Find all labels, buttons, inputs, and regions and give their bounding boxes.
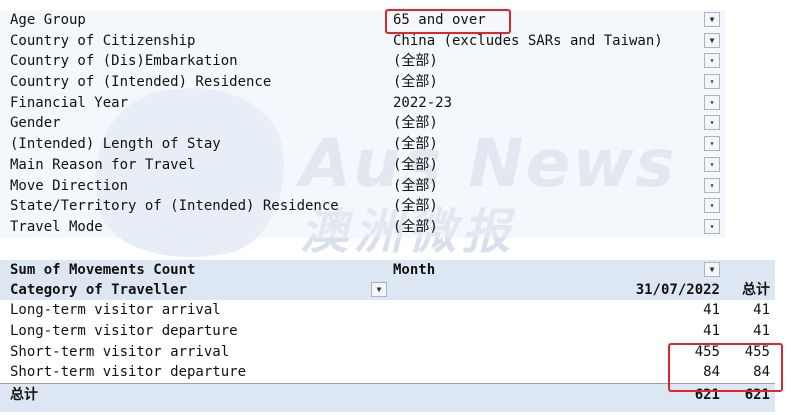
- dropdown-arrow-icon[interactable]: ▾: [704, 53, 720, 69]
- dropdown-arrow-icon[interactable]: ▾: [704, 74, 720, 90]
- filter-value[interactable]: (全部): [393, 176, 438, 197]
- filter-label: Main Reason for Travel: [10, 156, 196, 173]
- dropdown-arrow-icon[interactable]: ▾: [704, 218, 720, 234]
- dropdown-arrow-icon[interactable]: ▾: [704, 177, 720, 193]
- filter-label: State/Territory of (Intended) Residence: [10, 198, 339, 215]
- row-category: Long-term visitor arrival: [10, 302, 221, 318]
- row-field-label[interactable]: Category of Traveller: [10, 280, 187, 300]
- filter-row: (Intended) Length of Stay (全部) ▾: [0, 134, 725, 155]
- filter-row: Age Group 65 and over ▼: [0, 10, 725, 31]
- measure-label: Sum of Movements Count: [10, 262, 196, 278]
- highlight-age-group: [385, 9, 511, 34]
- filter-value[interactable]: (全部): [393, 134, 438, 155]
- filter-row: Country of (Intended) Residence (全部) ▾: [0, 72, 725, 93]
- row-value: 41: [703, 302, 720, 318]
- row-total: 41: [753, 322, 770, 339]
- column-field-label[interactable]: Month: [393, 260, 435, 280]
- column-header-total: 总计: [742, 282, 770, 298]
- filter-value[interactable]: (全部): [393, 72, 438, 93]
- column-header-date: 31/07/2022: [635, 282, 720, 298]
- filter-row: Travel Mode (全部) ▾: [0, 217, 725, 238]
- report-filter-area: Age Group 65 and over ▼ Country of Citizens…: [0, 10, 725, 238]
- filter-funnel-icon[interactable]: ▼: [704, 32, 720, 48]
- filter-label: Country of (Intended) Residence: [10, 74, 272, 91]
- filter-label: Age Group: [10, 12, 86, 28]
- pivot-header-row-2: Category of Traveller ▼ 31/07/2022 总计: [0, 280, 775, 300]
- row-total: 41: [753, 302, 770, 318]
- filter-label: Country of Citizenship: [10, 32, 196, 49]
- grand-total-label: 总计: [10, 387, 38, 403]
- table-row: Long-term visitor arrival 41 41: [0, 300, 775, 321]
- row-category: Short-term visitor departure: [10, 364, 247, 381]
- column-filter-funnel-icon[interactable]: ▼: [704, 262, 720, 277]
- highlight-short-term-values: [668, 343, 783, 392]
- filter-label: Gender: [10, 115, 61, 132]
- filter-value[interactable]: (全部): [393, 113, 438, 134]
- pivot-table: Sum of Movements Count Month ▼ Category …: [0, 260, 775, 383]
- dropdown-arrow-icon[interactable]: ▾: [704, 94, 720, 110]
- filter-value[interactable]: (全部): [393, 155, 438, 176]
- filter-row: Gender (全部) ▾: [0, 113, 725, 134]
- dropdown-arrow-icon[interactable]: ▾: [704, 115, 720, 131]
- row-filter-funnel-icon[interactable]: ▼: [371, 282, 387, 297]
- filter-row: Country of Citizenship China (excludes SA…: [0, 31, 725, 52]
- filter-row: Move Direction (全部) ▾: [0, 176, 725, 197]
- filter-label: Country of (Dis)Embarkation: [10, 53, 238, 70]
- filter-value[interactable]: (全部): [393, 51, 438, 72]
- filter-label: (Intended) Length of Stay: [10, 136, 221, 153]
- table-row: Short-term visitor departure 84 84: [0, 362, 775, 383]
- grand-total-row: 总计 621 621: [0, 383, 775, 412]
- filter-label: Travel Mode: [10, 218, 103, 235]
- filter-funnel-icon[interactable]: ▼: [704, 12, 720, 27]
- pivot-header-row-1: Sum of Movements Count Month ▼: [0, 260, 775, 280]
- row-value: 41: [703, 322, 720, 339]
- filter-value[interactable]: (全部): [393, 196, 438, 217]
- filter-label: Move Direction: [10, 177, 129, 194]
- dropdown-arrow-icon[interactable]: ▾: [704, 156, 720, 172]
- dropdown-arrow-icon[interactable]: ▾: [704, 198, 720, 214]
- dropdown-arrow-icon[interactable]: ▾: [704, 136, 720, 152]
- filter-label: Financial Year: [10, 94, 129, 111]
- filter-row: Financial Year 2022-23 ▾: [0, 93, 725, 114]
- filter-row: State/Territory of (Intended) Residence (…: [0, 196, 725, 217]
- table-row: Long-term visitor departure 41 41: [0, 321, 775, 342]
- filter-row: Country of (Dis)Embarkation (全部) ▾: [0, 51, 725, 72]
- filter-value[interactable]: 2022-23: [393, 93, 452, 114]
- row-category: Long-term visitor departure: [10, 322, 238, 339]
- row-category: Short-term visitor arrival: [10, 343, 230, 360]
- filter-row: Main Reason for Travel (全部) ▾: [0, 155, 725, 176]
- filter-value[interactable]: (全部): [393, 217, 438, 238]
- table-row: Short-term visitor arrival 455 455: [0, 342, 775, 363]
